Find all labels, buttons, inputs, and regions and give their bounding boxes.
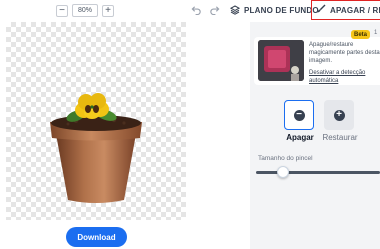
beta-badge: Beta (351, 30, 371, 39)
image-canvas[interactable] (6, 22, 186, 220)
auto-detect-description: Apague/restaure magicamente partes desta… (309, 42, 380, 64)
tab-erase-restore[interactable]: APAGAR / RESTAURAR (311, 0, 380, 20)
tab-background[interactable]: PLANO DE FUNDO (229, 2, 319, 19)
brush-icon (316, 4, 326, 16)
minus-circle-icon: − (293, 109, 305, 121)
zoom-controls: − 80% + (56, 3, 114, 18)
erase-tool-label: Apagar (286, 133, 314, 142)
badge-count: 1 (374, 30, 378, 36)
erase-tool-button[interactable]: − (284, 100, 314, 130)
tab-erase-restore-label: APAGAR / RESTAURAR (330, 5, 380, 15)
redo-icon[interactable] (208, 3, 221, 16)
brush-size-slider[interactable] (256, 171, 380, 174)
undo-icon[interactable] (190, 3, 203, 16)
tab-background-label: PLANO DE FUNDO (244, 6, 319, 15)
download-button[interactable]: Download (66, 227, 127, 247)
zoom-level[interactable]: 80% (72, 4, 98, 17)
restore-tool-label: Restaurar (322, 133, 358, 142)
disable-auto-detect-link[interactable]: Desativar a detecção automática (309, 69, 380, 85)
zoom-in-button[interactable]: + (102, 4, 114, 17)
plus-circle-icon: + (333, 109, 345, 121)
layers-icon (229, 4, 241, 17)
auto-detect-thumbnail (258, 40, 304, 81)
flower-pot-image (50, 93, 142, 203)
zoom-out-button[interactable]: − (56, 4, 68, 17)
brush-size-label: Tamanho do pincel (258, 155, 313, 162)
restore-tool-button[interactable]: + (324, 100, 354, 130)
